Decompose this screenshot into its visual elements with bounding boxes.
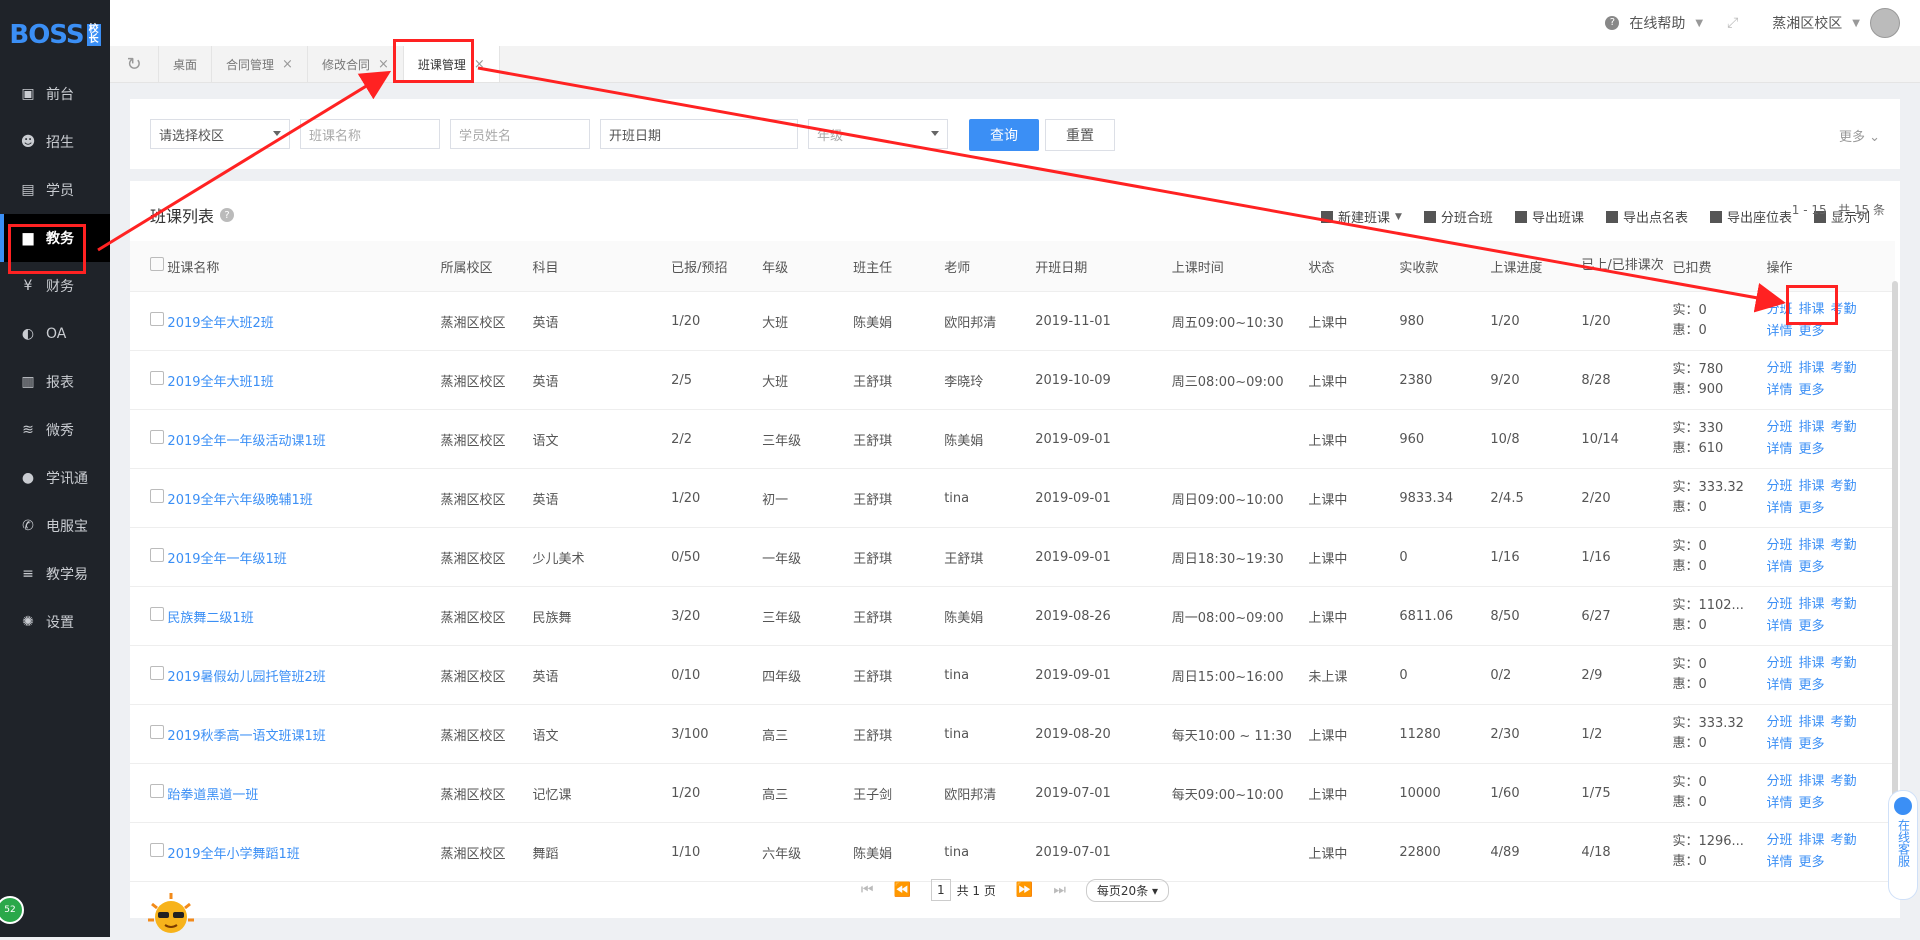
- annotation-arrows: [97, 66, 1786, 313]
